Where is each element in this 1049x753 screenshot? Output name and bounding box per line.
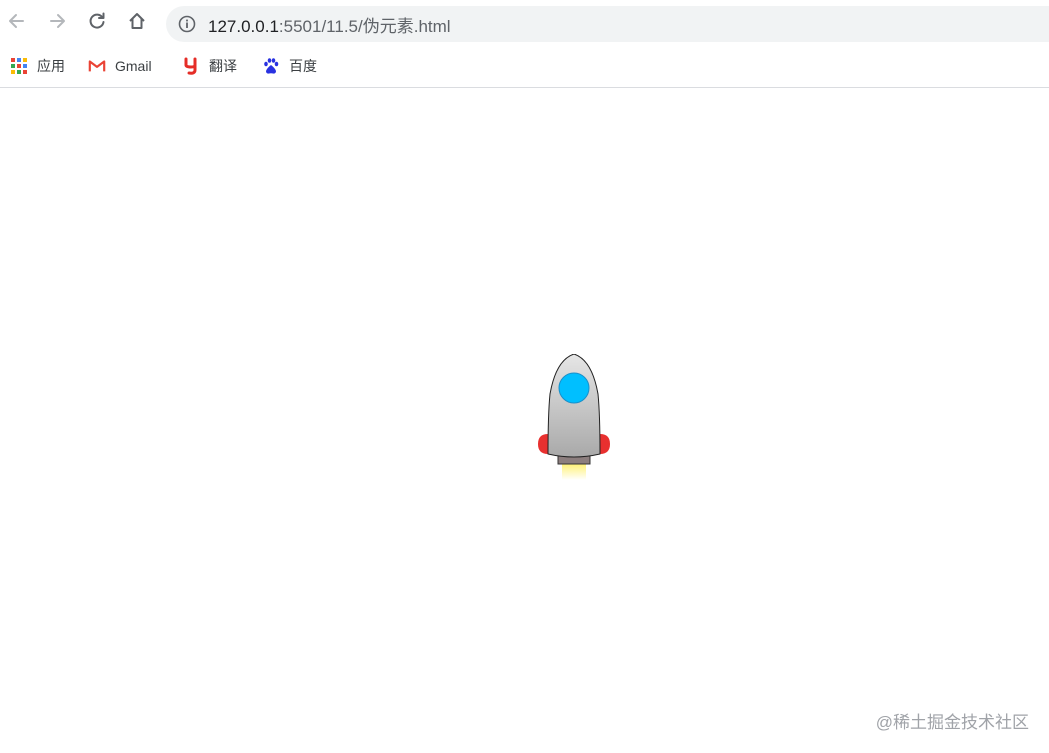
bookmark-apps[interactable]: 应用 (10, 55, 65, 77)
reload-icon (89, 12, 105, 29)
bookmark-label: Gmail (115, 58, 152, 74)
address-bar[interactable]: 127.0.0.1:5501/11.5/伪元素.html (166, 6, 1049, 42)
youdao-icon (182, 57, 200, 75)
bookmark-translate[interactable]: 翻译 (182, 55, 237, 77)
page-content (0, 88, 1049, 753)
rocket-body (547, 354, 601, 458)
reload-button[interactable] (83, 7, 111, 35)
bookmark-label: 应用 (37, 58, 65, 74)
bookmarks-bar: 应用 Gmail 翻译 百度 (0, 46, 1049, 88)
rocket-graphic (538, 354, 610, 480)
back-button[interactable] (3, 7, 31, 35)
home-icon (129, 13, 145, 29)
bookmark-label: 百度 (289, 58, 317, 74)
info-icon[interactable] (178, 15, 196, 33)
baidu-paw-icon (262, 57, 280, 75)
rocket-fin-right (600, 434, 610, 454)
rocket-flame (562, 464, 586, 480)
apps-grid-icon (10, 57, 28, 75)
rocket-window (558, 372, 590, 404)
url-path: :5501/11.5/伪元素.html (278, 16, 451, 36)
watermark: @稀土掘金技术社区 (875, 713, 1029, 732)
gmail-icon (88, 57, 106, 75)
bookmark-gmail[interactable]: Gmail (88, 55, 152, 77)
bookmark-label: 翻译 (209, 58, 237, 74)
bookmark-baidu[interactable]: 百度 (262, 55, 317, 77)
url-host: 127.0.0.1 (208, 16, 279, 36)
url-text[interactable]: 127.0.0.1:5501/11.5/伪元素.html (208, 12, 451, 37)
arrow-left-icon (9, 14, 24, 28)
arrow-right-icon (50, 14, 65, 28)
forward-button[interactable] (43, 7, 71, 35)
rocket-fin-left (538, 434, 548, 454)
home-button[interactable] (123, 7, 151, 35)
browser-toolbar: 127.0.0.1:5501/11.5/伪元素.html (0, 0, 1049, 46)
